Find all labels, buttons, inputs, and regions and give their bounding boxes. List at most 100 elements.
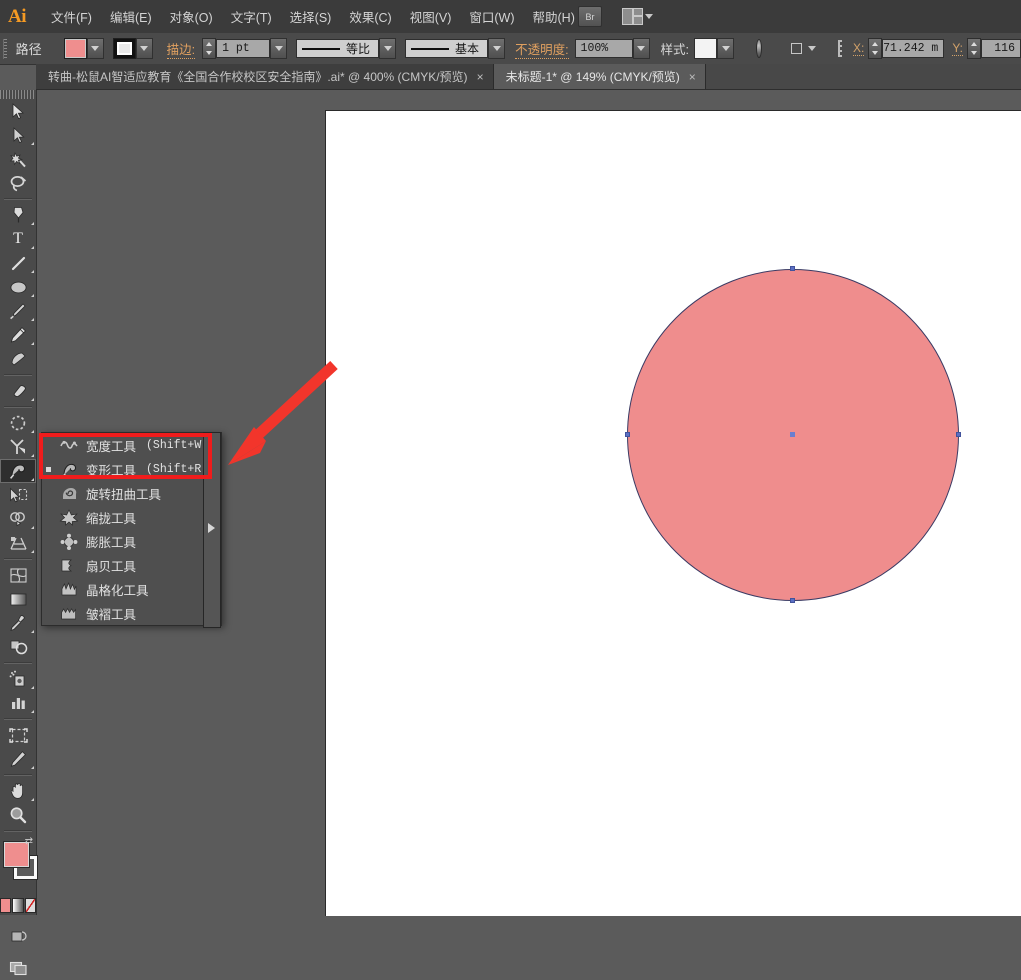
document-tab-2[interactable]: 未标题-1* @ 149% (CMYK/预览) ×	[493, 64, 706, 89]
flyout-item-bloat-tool[interactable]: 膨胀工具	[42, 529, 221, 553]
flyout-item-crystallize-tool[interactable]: 晶格化工具	[42, 577, 221, 601]
lasso-tool[interactable]	[0, 171, 36, 195]
stroke-swatch[interactable]	[112, 38, 136, 59]
anchor-point-left[interactable]	[625, 432, 630, 437]
anchor-point-top[interactable]	[790, 266, 795, 271]
flyout-item-width-tool[interactable]: 宽度工具 (Shift+W)	[42, 433, 221, 457]
magic-wand-tool[interactable]	[0, 147, 36, 171]
fill-swatch[interactable]	[63, 38, 87, 59]
y-coordinate-stepper[interactable]	[967, 38, 981, 59]
column-graph-tool[interactable]	[0, 691, 36, 715]
liquify-tools-flyout[interactable]: 宽度工具 (Shift+W) 变形工具 (Shift+R) 旋转扭曲工具 缩拢工…	[41, 432, 222, 626]
free-transform-tool[interactable]	[0, 483, 36, 507]
menu-window[interactable]: 窗口(W)	[460, 3, 523, 30]
opacity-panel-link[interactable]: 不透明度:	[515, 39, 569, 59]
menu-select[interactable]: 选择(S)	[281, 3, 341, 30]
bridge-button[interactable]: Br	[578, 6, 602, 27]
close-icon[interactable]: ×	[689, 71, 696, 83]
tools-panel-grip[interactable]	[0, 90, 36, 99]
menu-object[interactable]: 对象(O)	[161, 3, 222, 30]
slice-tool[interactable]	[0, 747, 36, 771]
hand-tool[interactable]	[0, 779, 36, 803]
selection-tool[interactable]	[0, 99, 36, 123]
flyout-item-wrinkle-tool[interactable]: 皱褶工具	[42, 601, 221, 625]
swap-fill-stroke-icon[interactable]: ⇄	[25, 836, 33, 847]
anchor-point-right[interactable]	[956, 432, 961, 437]
direct-selection-tool[interactable]	[0, 123, 36, 147]
paintbrush-tool[interactable]	[0, 299, 36, 323]
toolbar-divider	[4, 558, 32, 560]
chevron-down-icon	[91, 46, 100, 51]
tearoff-strip[interactable]	[203, 432, 221, 628]
anchor-point-bottom[interactable]	[790, 598, 795, 603]
symbol-sprayer-tool[interactable]	[0, 667, 36, 691]
warp-tool[interactable]	[0, 459, 36, 483]
flyout-indicator-icon	[31, 342, 34, 345]
width-profile-combo[interactable]: 等比	[296, 39, 380, 58]
document-tab-1[interactable]: 转曲-松鼠AI智适应教育《全国合作校校区安全指南》.ai* @ 400% (CM…	[36, 64, 494, 89]
tools-panel: T ⇄	[0, 90, 37, 975]
flyout-item-pucker-tool[interactable]: 缩拢工具	[42, 505, 221, 529]
workspace-switcher[interactable]	[622, 8, 653, 25]
mesh-tool[interactable]	[0, 563, 36, 587]
flyout-indicator-icon	[31, 798, 34, 801]
control-bar-grip[interactable]	[3, 38, 7, 59]
fill-stroke-control[interactable]: ⇄	[0, 836, 37, 890]
stroke-dropdown-button[interactable]	[135, 38, 153, 59]
flyout-item-label: 晶格化工具	[86, 583, 149, 598]
transform-grid-icon[interactable]	[838, 40, 842, 57]
draw-normal-icon[interactable]	[0, 924, 36, 948]
x-coordinate-field[interactable]: 71.242 m	[882, 39, 945, 58]
recolor-artwork-icon[interactable]	[756, 39, 762, 58]
menubar-right-controls: Br	[578, 0, 653, 33]
stroke-weight-stepper[interactable]	[202, 38, 217, 59]
width-profile-dropdown-button[interactable]	[379, 38, 397, 59]
gradient-tool[interactable]	[0, 587, 36, 611]
brush-definition-combo[interactable]: 基本	[405, 39, 489, 58]
scale-tool[interactable]	[0, 435, 36, 459]
brush-definition-dropdown-button[interactable]	[488, 38, 506, 59]
close-icon[interactable]: ×	[477, 71, 484, 83]
line-segment-tool[interactable]	[0, 251, 36, 275]
chevron-down-icon[interactable]	[808, 46, 816, 51]
rotate-tool[interactable]	[0, 411, 36, 435]
menu-effect[interactable]: 效果(C)	[340, 3, 400, 30]
x-coordinate-stepper[interactable]	[868, 38, 883, 59]
shape-builder-tool[interactable]	[0, 507, 36, 531]
menu-type[interactable]: 文字(T)	[222, 3, 281, 30]
eyedropper-tool[interactable]	[0, 611, 36, 635]
fill-dropdown-button[interactable]	[86, 38, 104, 59]
none-mode-button[interactable]	[24, 898, 36, 913]
opacity-field[interactable]: 100%	[574, 39, 633, 58]
graphic-style-dropdown-button[interactable]	[717, 38, 735, 59]
blend-tool[interactable]	[0, 635, 36, 659]
chevron-down-icon	[492, 46, 501, 51]
type-tool[interactable]: T	[0, 227, 36, 251]
eraser-tool[interactable]	[0, 379, 36, 403]
pencil-tool[interactable]	[0, 323, 36, 347]
menu-view[interactable]: 视图(V)	[401, 3, 461, 30]
screen-mode-icon[interactable]	[0, 956, 36, 980]
artboard-tool[interactable]	[0, 723, 36, 747]
zoom-tool[interactable]	[0, 803, 36, 827]
gradient-mode-button[interactable]	[12, 898, 24, 913]
artboard-canvas[interactable]: Baidu经验 jingyan.baidu.com 湖南龙网	[325, 110, 1021, 916]
stroke-weight-dropdown-button[interactable]	[270, 38, 288, 59]
flyout-item-warp-tool[interactable]: 变形工具 (Shift+R)	[42, 457, 221, 481]
menu-edit[interactable]: 编辑(E)	[101, 3, 161, 30]
stroke-weight-field[interactable]: 1 pt	[216, 39, 271, 58]
blob-brush-tool[interactable]	[0, 347, 36, 371]
stroke-panel-link[interactable]: 描边:	[166, 39, 196, 59]
perspective-grid-tool[interactable]	[0, 531, 36, 555]
flyout-item-twirl-tool[interactable]: 旋转扭曲工具	[42, 481, 221, 505]
opacity-dropdown-button[interactable]	[632, 38, 650, 59]
y-coordinate-field[interactable]: 116	[981, 39, 1021, 58]
align-icon[interactable]	[788, 40, 805, 57]
graphic-style-swatch[interactable]	[694, 38, 718, 59]
color-mode-button[interactable]	[0, 898, 12, 913]
menu-help[interactable]: 帮助(H)	[524, 3, 584, 30]
ellipse-tool[interactable]	[0, 275, 36, 299]
pen-tool[interactable]	[0, 203, 36, 227]
flyout-item-scallop-tool[interactable]: 扇贝工具	[42, 553, 221, 577]
menu-file[interactable]: 文件(F)	[42, 3, 101, 30]
